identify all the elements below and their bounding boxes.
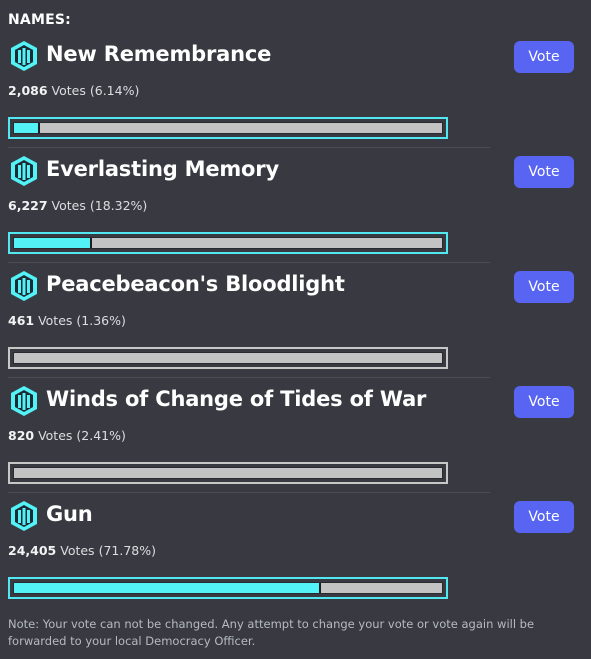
- vote-button[interactable]: Vote: [514, 501, 574, 533]
- vote-progress-bar: [8, 347, 448, 369]
- helldivers-emblem-icon: [11, 386, 37, 416]
- poll-option: Peacebeacon's Bloodlight Vote 461 Votes …: [0, 263, 591, 378]
- vote-percent: (1.36%): [76, 313, 126, 328]
- helldivers-emblem-icon: [11, 271, 37, 301]
- vote-progress-bar: [8, 117, 448, 139]
- progress-fill: [14, 123, 41, 133]
- option-vote-stats: 6,227 Votes (18.32%): [8, 198, 147, 213]
- progress-fill: [14, 583, 322, 593]
- poll-option: Everlasting Memory Vote 6,227 Votes (18.…: [0, 148, 591, 263]
- option-vote-stats: 461 Votes (1.36%): [8, 313, 126, 328]
- progress-track-inner: [13, 352, 443, 364]
- option-name: Gun: [46, 502, 93, 526]
- vote-count: 820: [8, 428, 35, 443]
- option-name: Everlasting Memory: [46, 157, 279, 181]
- progress-fill: [14, 238, 93, 248]
- helldivers-emblem-icon: [11, 41, 37, 71]
- option-name: New Remembrance: [46, 42, 272, 66]
- progress-track-inner: [13, 237, 443, 249]
- vote-percent: (6.14%): [89, 83, 140, 98]
- footer-note: Note: Your vote can not be changed. Any …: [8, 617, 535, 648]
- vote-progress-bar: [8, 232, 448, 254]
- option-vote-stats: 820 Votes (2.41%): [8, 428, 126, 443]
- poll-option: New Remembrance Vote 2,086 Votes (6.14%): [0, 33, 591, 148]
- votes-word: Votes: [38, 313, 73, 328]
- progress-track-inner: [13, 467, 443, 479]
- votes-word: Votes: [51, 198, 86, 213]
- vote-count: 24,405: [8, 543, 57, 558]
- vote-count: 6,227: [8, 198, 48, 213]
- vote-button[interactable]: Vote: [514, 386, 574, 418]
- option-name: Peacebeacon's Bloodlight: [46, 272, 345, 296]
- vote-progress-bar: [8, 577, 448, 599]
- votes-word: Votes: [60, 543, 95, 558]
- helldivers-emblem-icon: [11, 501, 37, 531]
- vote-percent: (18.32%): [89, 198, 148, 213]
- vote-progress-bar: [8, 462, 448, 484]
- vote-button[interactable]: Vote: [514, 41, 574, 73]
- progress-track-inner: [13, 122, 443, 134]
- vote-count: 461: [8, 313, 35, 328]
- votes-word: Votes: [51, 83, 86, 98]
- vote-button[interactable]: Vote: [514, 156, 574, 188]
- option-vote-stats: 2,086 Votes (6.14%): [8, 83, 139, 98]
- poll-option: Winds of Change of Tides of War Vote 820…: [0, 378, 591, 493]
- vote-button[interactable]: Vote: [514, 271, 574, 303]
- poll-options: New Remembrance Vote 2,086 Votes (6.14%)…: [0, 33, 591, 608]
- vote-percent: (71.78%): [98, 543, 156, 558]
- progress-track-inner: [13, 582, 443, 594]
- option-name: Winds of Change of Tides of War: [46, 387, 427, 411]
- option-vote-stats: 24,405 Votes (71.78%): [8, 543, 156, 558]
- helldivers-emblem-icon: [11, 156, 37, 186]
- votes-word: Votes: [38, 428, 73, 443]
- vote-percent: (2.41%): [76, 428, 126, 443]
- poll-heading: NAMES:: [8, 12, 71, 28]
- poll-option: Gun Vote 24,405 Votes (71.78%): [0, 493, 591, 608]
- vote-count: 2,086: [8, 83, 48, 98]
